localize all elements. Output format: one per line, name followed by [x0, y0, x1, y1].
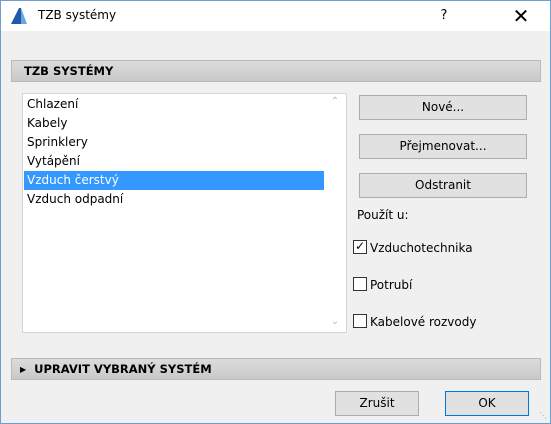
list-item[interactable]: Sprinklery: [24, 133, 324, 152]
section-title: UPRAVIT VYBRANÝ SYSTÉM: [34, 362, 212, 376]
new-button[interactable]: Nové...: [359, 95, 527, 120]
dialog-window: TZB systémy ? ✕ TZB SYSTÉMY Chlazení Kab…: [0, 0, 551, 424]
checkbox-checked-icon[interactable]: ✓: [353, 240, 367, 254]
use-in-label: Použít u:: [357, 208, 409, 222]
delete-button[interactable]: Odstranit: [359, 173, 527, 198]
list-item[interactable]: Kabely: [24, 114, 324, 133]
cancel-button[interactable]: Zrušit: [335, 391, 419, 416]
checkbox-label: Kabelové rozvody: [370, 315, 477, 329]
section-header-tzb-systems: TZB SYSTÉMY: [11, 60, 541, 82]
resize-grip-icon[interactable]: ⋱: [539, 411, 549, 421]
list-item[interactable]: Chlazení: [24, 95, 324, 114]
systems-list[interactable]: Chlazení Kabely Sprinklery Vytápění Vzdu…: [22, 93, 347, 333]
archicad-logo-icon: [11, 8, 27, 24]
help-button[interactable]: ?: [421, 1, 467, 31]
close-button[interactable]: ✕: [498, 1, 544, 31]
checkbox-unchecked-icon[interactable]: [353, 277, 367, 291]
checkbox-unchecked-icon[interactable]: [353, 314, 367, 328]
chevron-down-icon[interactable]: ⌄: [326, 316, 344, 327]
checkbox-label: Potrubí: [370, 278, 413, 292]
ok-button[interactable]: OK: [445, 391, 529, 416]
chevron-up-icon[interactable]: ⌃: [326, 96, 344, 107]
checkbox-label: Vzduchotechnika: [370, 241, 473, 255]
rename-button[interactable]: Přejmenovat...: [359, 134, 527, 159]
expand-triangle-icon[interactable]: ▶: [20, 365, 26, 374]
list-item[interactable]: Vytápění: [24, 152, 324, 171]
list-item-selected[interactable]: Vzduch čerstvý: [24, 171, 324, 190]
section-header-edit-selected[interactable]: ▶ UPRAVIT VYBRANÝ SYSTÉM: [11, 358, 541, 380]
list-item[interactable]: Vzduch odpadní: [24, 190, 324, 209]
title-bar: TZB systémy ? ✕: [1, 1, 550, 31]
window-title: TZB systémy: [38, 8, 117, 22]
